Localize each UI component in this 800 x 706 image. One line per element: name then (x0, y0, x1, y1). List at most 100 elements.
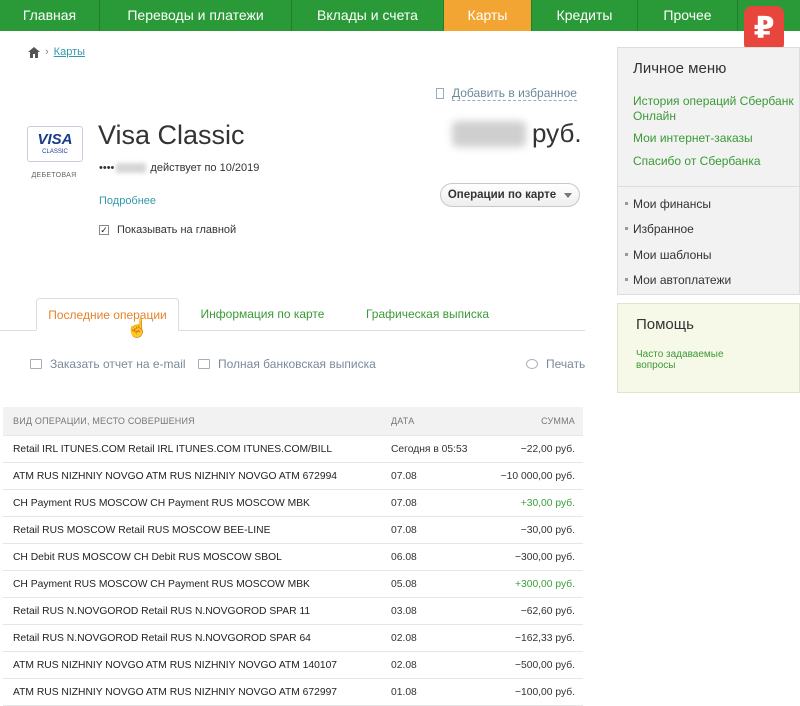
home-icon[interactable] (28, 46, 40, 58)
card-balance: руб. (452, 118, 582, 149)
email-report-action[interactable]: Заказать отчет на e-mail (30, 357, 186, 371)
table-row[interactable]: ATM RUS NIZHNIY NOVGO ATM RUS NIZHNIY NO… (3, 652, 583, 679)
table-row[interactable]: ATM RUS NIZHNIY NOVGO ATM RUS NIZHNIY NO… (3, 679, 583, 706)
sidebar-item-favorites[interactable]: Избранное (625, 222, 694, 236)
operation-date: 03.08 (391, 605, 417, 617)
header-sum: СУММА (541, 416, 575, 426)
sidebar-link-orders[interactable]: Мои интернет-заказы (633, 131, 798, 146)
balance-currency: руб. (532, 118, 582, 148)
top-nav: Главная Переводы и платежи Вклады и счет… (0, 0, 800, 31)
tab-recent-operations[interactable]: Последние операции (36, 298, 179, 331)
table-row[interactable]: Retail RUS N.NOVGOROD Retail RUS N.NOVGO… (3, 598, 583, 625)
card-type-label: ДЕБЕТОВАЯ (31, 172, 77, 179)
operation-date: 07.08 (391, 524, 417, 536)
card-number-prefix: •••• (99, 162, 115, 174)
operation-date: 05.08 (391, 578, 417, 590)
show-on-main-checkbox[interactable]: ✓ (99, 225, 109, 235)
full-statement-action[interactable]: Полная банковская выписка (198, 357, 376, 371)
masked-balance (452, 120, 526, 147)
operation-date: 02.08 (391, 632, 417, 644)
details-link[interactable]: Подробнее (99, 195, 156, 207)
nav-other[interactable]: Прочее (638, 0, 738, 31)
email-report-label: Заказать отчет на e-mail (50, 357, 186, 371)
nav-main[interactable]: Главная (0, 0, 100, 31)
table-row[interactable]: ATM RUS NIZHNIY NOVGO ATM RUS NIZHNIY NO… (3, 463, 583, 490)
nav-credits[interactable]: Кредиты (532, 0, 638, 31)
tab-card-info[interactable]: Информация по карте (190, 298, 335, 331)
show-on-main-label: Показывать на главной (117, 224, 237, 236)
nav-deposits[interactable]: Вклады и счета (292, 0, 444, 31)
operation-sum: −62,60 руб. (520, 605, 575, 617)
card-operations-button[interactable]: Операции по карте (440, 183, 580, 207)
operation-description: Retail RUS N.NOVGOROD Retail RUS N.NOVGO… (13, 605, 311, 617)
operation-description: ATM RUS NIZHNIY NOVGO ATM RUS NIZHNIY NO… (13, 470, 338, 482)
nav-cards[interactable]: Карты (444, 0, 532, 31)
bookmark-icon (436, 88, 444, 99)
faq-link[interactable]: Часто задаваемые вопросы (636, 349, 746, 371)
help-box: Помощь Часто задаваемые вопросы (617, 303, 800, 393)
table-row[interactable]: CH Payment RUS MOSCOW CH Payment RUS MOS… (3, 571, 583, 598)
sidebar-item-finances[interactable]: Мои финансы (625, 197, 711, 211)
print-action[interactable]: Печать (526, 357, 585, 371)
masked-digits (116, 163, 147, 173)
add-to-favorites-label: Добавить в избранное (452, 86, 577, 101)
print-label: Печать (546, 357, 586, 371)
operation-sum: +300,00 руб. (514, 578, 575, 590)
document-icon (198, 359, 210, 369)
operation-sum: −300,00 руб. (514, 551, 575, 563)
card-valid-until: действует по 10/2019 (150, 162, 260, 174)
card-number: •••• действует по 10/2019 (99, 162, 259, 174)
mail-icon (30, 359, 42, 369)
sidebar-link-spasibo[interactable]: Спасибо от Сбербанка (633, 154, 798, 169)
table-row[interactable]: Retail IRL ITUNES.COM Retail IRL ITUNES.… (3, 436, 583, 463)
breadcrumb: › Карты (28, 46, 85, 58)
operation-description: ATM RUS NIZHNIY NOVGO ATM RUS NIZHNIY NO… (13, 659, 338, 671)
card-title: Visa Classic (98, 120, 245, 150)
show-on-main-checkbox-row[interactable]: ✓ Показывать на главной (99, 224, 236, 236)
operation-sum: −500,00 руб. (514, 659, 575, 671)
table-header: ВИД ОПЕРАЦИИ, МЕСТО СОВЕРШЕНИЯ ДАТА СУММ… (3, 407, 583, 436)
personal-menu: Личное меню История операций Сбербанк Он… (617, 47, 800, 295)
operation-description: CH Payment RUS MOSCOW CH Payment RUS MOS… (13, 497, 310, 509)
operation-description: Retail RUS N.NOVGOROD Retail RUS N.NOVGO… (13, 632, 311, 644)
nav-transfers[interactable]: Переводы и платежи (100, 0, 292, 31)
card-operations-label: Операции по карте (447, 189, 557, 201)
table-row[interactable]: Retail RUS N.NOVGOROD Retail RUS N.NOVGO… (3, 625, 583, 652)
full-statement-label: Полная банковская выписка (218, 357, 376, 371)
tab-graphic-statement[interactable]: Графическая выписка (355, 298, 500, 331)
help-title: Помощь (636, 316, 694, 333)
visa-card-logo: VISA CLASSIC (27, 126, 83, 162)
operation-sum: +30,00 руб. (520, 497, 575, 509)
chevron-down-icon (564, 192, 573, 198)
operation-sum: −162,33 руб. (514, 632, 575, 644)
sidebar-link-history[interactable]: История операций Сбербанк Онлайн (633, 94, 798, 124)
hand-cursor-icon: ☝ (126, 318, 149, 338)
ruble-logo-icon: ₽ (744, 6, 784, 52)
table-row[interactable]: CH Debit RUS MOSCOW CH Debit RUS MOSCOW … (3, 544, 583, 571)
sidebar-divider (618, 186, 800, 187)
operation-sum: −30,00 руб. (520, 524, 575, 536)
operation-description: Retail IRL ITUNES.COM Retail IRL ITUNES.… (13, 443, 333, 455)
operation-date: 07.08 (391, 497, 417, 509)
operation-description: CH Debit RUS MOSCOW CH Debit RUS MOSCOW … (13, 551, 282, 563)
print-icon (526, 359, 538, 369)
sidebar-item-autopayments[interactable]: Мои автоплатежи (624, 273, 731, 287)
operation-date: 07.08 (391, 470, 417, 482)
operation-description: CH Payment RUS MOSCOW CH Payment RUS MOS… (13, 578, 310, 590)
operation-date: 06.08 (391, 551, 417, 563)
operation-sum: −100,00 руб. (514, 686, 575, 698)
operation-date: 02.08 (391, 659, 417, 671)
visa-brand: VISA (37, 131, 73, 148)
operation-sum: −22,00 руб. (520, 443, 575, 455)
sidebar-item-templates[interactable]: Мои шаблоны (625, 248, 712, 262)
add-to-favorites-link[interactable]: Добавить в избранное (436, 86, 577, 101)
breadcrumb-cards-link[interactable]: Карты (54, 46, 85, 58)
header-date: ДАТА (391, 416, 415, 426)
table-row[interactable]: Retail RUS MOSCOW Retail RUS MOSCOW BEE-… (3, 517, 583, 544)
operation-description: ATM RUS NIZHNIY NOVGO ATM RUS NIZHNIY NO… (13, 686, 338, 698)
operation-date: Сегодня в 05:53 (391, 443, 468, 455)
breadcrumb-separator: › (45, 46, 49, 58)
operation-date: 01.08 (391, 686, 417, 698)
table-row[interactable]: CH Payment RUS MOSCOW CH Payment RUS MOS… (3, 490, 583, 517)
personal-menu-title: Личное меню (633, 60, 727, 77)
